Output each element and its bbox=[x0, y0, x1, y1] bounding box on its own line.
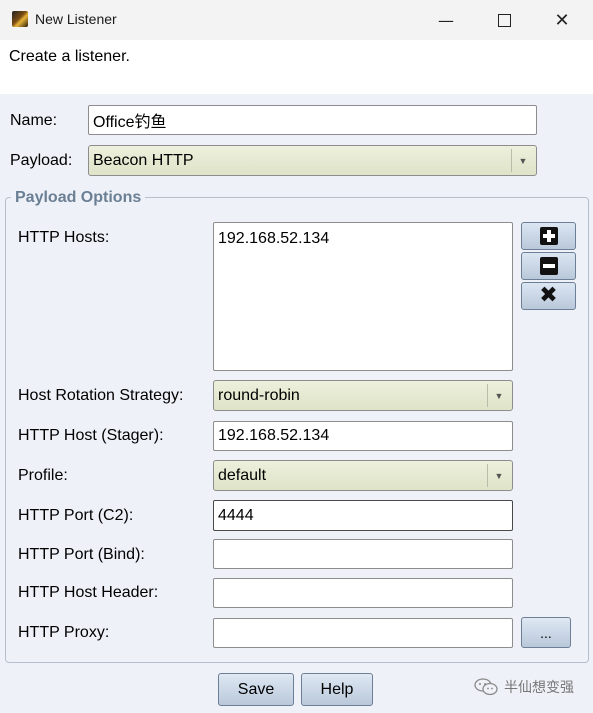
http-proxy-input[interactable] bbox=[213, 618, 513, 648]
minus-icon bbox=[539, 257, 558, 275]
http-host-stager-value: 192.168.52.134 bbox=[218, 427, 330, 444]
chevron-down-icon: ▼ bbox=[487, 384, 510, 407]
http-proxy-label: HTTP Proxy: bbox=[18, 624, 110, 641]
close-button[interactable]: ✕ bbox=[533, 0, 591, 40]
name-input[interactable]: Office钓鱼 bbox=[88, 105, 537, 135]
profile-value: default bbox=[218, 466, 267, 484]
host-rotation-select[interactable]: round-robin ▼ bbox=[213, 380, 513, 411]
payload-value: Beacon HTTP bbox=[93, 151, 194, 169]
minimize-icon: — bbox=[438, 10, 454, 30]
plus-icon bbox=[539, 227, 558, 245]
payload-select[interactable]: Beacon HTTP ▼ bbox=[88, 145, 537, 176]
http-host-header-label: HTTP Host Header: bbox=[18, 584, 159, 601]
http-port-bind-label: HTTP Port (Bind): bbox=[18, 546, 145, 563]
help-button[interactable]: Help bbox=[301, 673, 373, 706]
host-rotation-value: round-robin bbox=[218, 386, 300, 404]
wechat-icon bbox=[474, 678, 498, 696]
host-rotation-label: Host Rotation Strategy: bbox=[18, 387, 184, 404]
x-icon: ✖ bbox=[539, 283, 558, 308]
name-value: Office钓鱼 bbox=[93, 114, 167, 131]
http-host-stager-input[interactable]: 192.168.52.134 bbox=[213, 421, 513, 451]
payload-label: Payload: bbox=[10, 152, 73, 169]
add-host-button[interactable] bbox=[521, 222, 576, 250]
chevron-down-icon: ▼ bbox=[511, 149, 534, 172]
http-port-c2-label: HTTP Port (C2): bbox=[18, 507, 134, 524]
http-port-bind-input[interactable] bbox=[213, 539, 513, 569]
name-label: Name: bbox=[10, 112, 58, 129]
http-port-c2-value: 4444 bbox=[218, 506, 254, 524]
http-hosts-label: HTTP Hosts: bbox=[18, 229, 110, 246]
description-text: Create a listener. bbox=[9, 48, 130, 65]
maximize-icon bbox=[497, 13, 511, 27]
payload-options-title: Payload Options bbox=[11, 189, 146, 207]
save-button[interactable]: Save bbox=[218, 673, 294, 706]
app-icon bbox=[12, 11, 28, 27]
profile-select[interactable]: default ▼ bbox=[213, 460, 513, 491]
profile-label: Profile: bbox=[18, 467, 68, 484]
chevron-down-icon: ▼ bbox=[487, 464, 510, 487]
proxy-browse-button[interactable]: ... bbox=[521, 617, 571, 648]
minimize-button[interactable]: — bbox=[417, 0, 475, 40]
watermark-text: 半仙想变强 bbox=[504, 680, 574, 696]
close-icon: ✕ bbox=[554, 9, 570, 31]
http-host-stager-label: HTTP Host (Stager): bbox=[18, 427, 164, 444]
http-host-header-input[interactable] bbox=[213, 578, 513, 608]
remove-host-button[interactable] bbox=[521, 252, 576, 280]
clear-hosts-button[interactable]: ✖ bbox=[521, 282, 576, 310]
window-title: New Listener bbox=[35, 11, 117, 27]
list-item[interactable]: 192.168.52.134 bbox=[218, 230, 329, 248]
maximize-button[interactable] bbox=[475, 0, 533, 40]
http-port-c2-input[interactable]: 4444 bbox=[213, 500, 513, 531]
